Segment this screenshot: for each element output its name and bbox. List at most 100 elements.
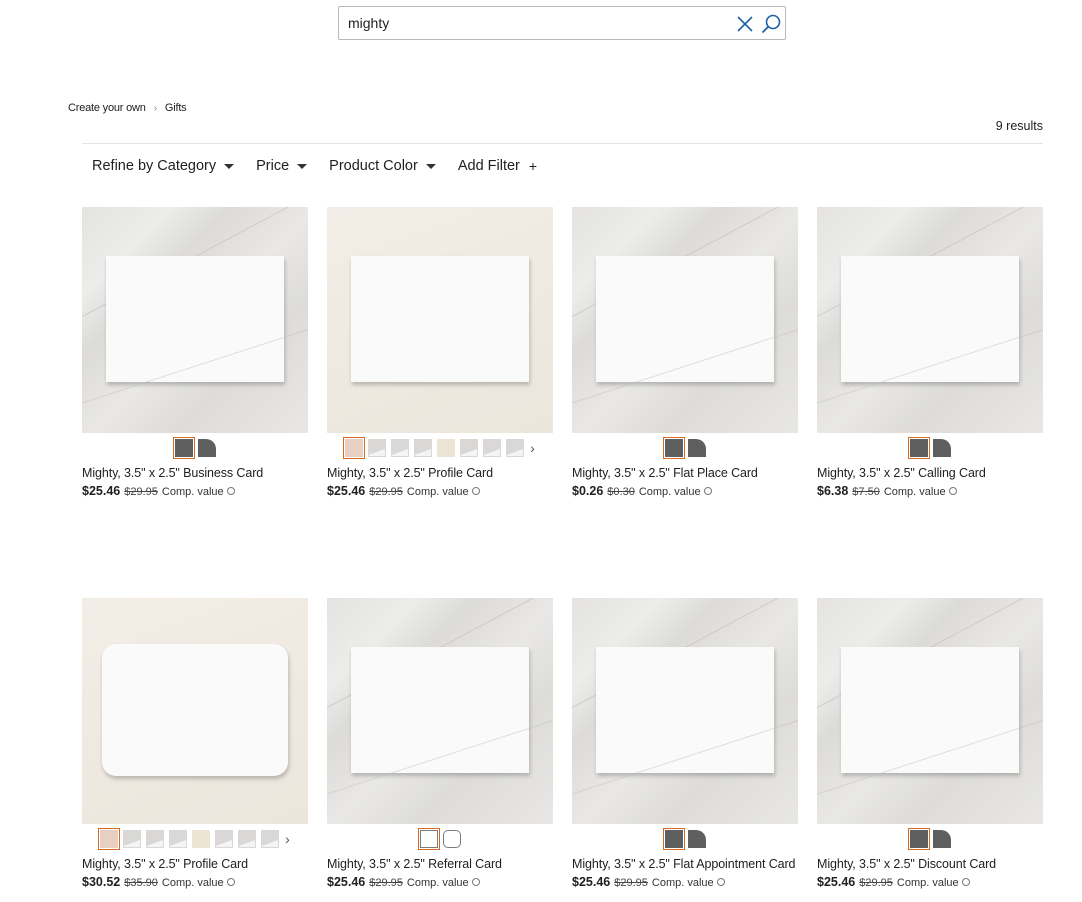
swatch-dark-round[interactable]	[687, 830, 706, 848]
swatch-light[interactable]	[169, 830, 187, 848]
filter-refine-by-category[interactable]: Refine by Category	[92, 158, 235, 174]
product-card[interactable]: › Mighty, 3.5" x 2.5" Profile Card $25.46 $…	[327, 207, 553, 498]
product-card[interactable]: Mighty, 3.5" x 2.5" Business Card $25.46 $…	[82, 207, 308, 498]
divider	[82, 143, 1043, 144]
swatch-next-icon[interactable]: ›	[528, 439, 538, 457]
original-price: $35.90	[124, 877, 158, 889]
product-image[interactable]	[82, 598, 308, 824]
color-swatches	[82, 437, 308, 459]
info-icon[interactable]	[471, 878, 480, 886]
filter-product-color[interactable]: Product Color	[329, 158, 436, 174]
swatch-light[interactable]	[414, 439, 432, 457]
product-image[interactable]	[572, 207, 798, 433]
sale-price: $25.46	[327, 484, 366, 498]
swatch-next-icon[interactable]: ›	[283, 830, 293, 848]
product-card[interactable]: Mighty, 3.5" x 2.5" Calling Card $6.38 $7.…	[817, 207, 1043, 498]
swatch-peach[interactable]	[343, 437, 365, 459]
product-title[interactable]: Mighty, 3.5" x 2.5" Profile Card	[82, 857, 308, 871]
breadcrumb: Create your own › Gifts	[68, 102, 187, 114]
swatch-dark-round[interactable]	[932, 830, 951, 848]
product-card[interactable]: Mighty, 3.5" x 2.5" Referral Card $25.46 $…	[327, 598, 553, 889]
blank-card-preview	[596, 256, 774, 382]
product-title[interactable]: Mighty, 3.5" x 2.5" Calling Card	[817, 466, 1043, 480]
product-card[interactable]: › Mighty, 3.5" x 2.5" Profile Card $30.52 $…	[82, 598, 308, 889]
swatch-dark-round[interactable]	[932, 439, 951, 457]
swatch-cream[interactable]	[192, 830, 210, 848]
sale-price: $25.46	[327, 875, 366, 889]
comp-value-label: Comp. value	[638, 486, 701, 498]
filter-price[interactable]: Price	[256, 158, 308, 174]
product-title[interactable]: Mighty, 3.5" x 2.5" Discount Card	[817, 857, 1043, 871]
swatch-dark[interactable]	[907, 437, 930, 459]
product-title[interactable]: Mighty, 3.5" x 2.5" Flat Appointment Car…	[572, 857, 798, 871]
info-icon[interactable]	[716, 878, 725, 886]
color-swatches: ›	[82, 828, 308, 850]
blank-card-preview	[841, 256, 1019, 382]
product-image[interactable]	[572, 598, 798, 824]
info-icon[interactable]	[471, 487, 480, 495]
clear-search-icon[interactable]	[735, 14, 755, 34]
price-line: $25.46 $29.95 Comp. value	[327, 875, 553, 889]
product-title[interactable]: Mighty, 3.5" x 2.5" Flat Place Card	[572, 466, 798, 480]
info-icon[interactable]	[226, 878, 235, 886]
swatch-light[interactable]	[506, 439, 524, 457]
swatch-light[interactable]	[238, 830, 256, 848]
swatch-light[interactable]	[483, 439, 501, 457]
product-image[interactable]	[817, 598, 1043, 824]
info-icon[interactable]	[948, 487, 957, 495]
product-image[interactable]	[817, 207, 1043, 433]
info-icon[interactable]	[703, 487, 712, 495]
swatch-light[interactable]	[123, 830, 141, 848]
swatch-light[interactable]	[215, 830, 233, 848]
info-icon[interactable]	[961, 878, 970, 886]
results-count: 9 results	[995, 119, 1043, 133]
original-price: $7.50	[852, 486, 880, 498]
product-image[interactable]	[327, 207, 553, 433]
swatch-dark[interactable]	[907, 828, 930, 850]
plus-icon: +	[528, 158, 538, 174]
product-card[interactable]: Mighty, 3.5" x 2.5" Discount Card $25.46 $…	[817, 598, 1043, 889]
blank-card-preview	[841, 647, 1019, 773]
search-input[interactable]	[348, 13, 728, 33]
product-title[interactable]: Mighty, 3.5" x 2.5" Profile Card	[327, 466, 553, 480]
price-line: $30.52 $35.90 Comp. value	[82, 875, 308, 889]
swatch-dark-round[interactable]	[687, 439, 706, 457]
original-price: $0.30	[607, 486, 635, 498]
swatch-light[interactable]	[261, 830, 279, 848]
swatch-cream[interactable]	[437, 439, 455, 457]
comp-value-label: Comp. value	[406, 877, 469, 889]
product-title[interactable]: Mighty, 3.5" x 2.5" Referral Card	[327, 857, 553, 871]
breadcrumb-item-create-your-own[interactable]: Create your own	[68, 102, 146, 114]
add-filter-button[interactable]: Add Filter +	[458, 158, 537, 174]
product-image[interactable]	[327, 598, 553, 824]
swatch-light[interactable]	[368, 439, 386, 457]
product-title[interactable]: Mighty, 3.5" x 2.5" Business Card	[82, 466, 308, 480]
caret-down-icon	[224, 163, 235, 169]
product-card[interactable]: Mighty, 3.5" x 2.5" Flat Appointment Car…	[572, 598, 798, 889]
product-card[interactable]: Mighty, 3.5" x 2.5" Flat Place Card $0.26…	[572, 207, 798, 498]
search-icon[interactable]	[760, 13, 782, 35]
original-price: $29.95	[859, 877, 893, 889]
sale-price: $25.46	[817, 875, 856, 889]
info-icon[interactable]	[226, 487, 235, 495]
swatch-dark[interactable]	[662, 828, 685, 850]
filter-bar: Refine by Category Price Product Color A…	[92, 158, 559, 174]
comp-value-label: Comp. value	[406, 486, 469, 498]
swatch-white[interactable]	[417, 828, 440, 850]
swatch-peach[interactable]	[98, 828, 120, 850]
swatch-white-round[interactable]	[442, 830, 461, 848]
swatch-light[interactable]	[391, 439, 409, 457]
filter-label: Add Filter	[457, 158, 520, 174]
original-price: $29.95	[369, 486, 403, 498]
swatch-dark[interactable]	[662, 437, 685, 459]
swatch-dark-round[interactable]	[197, 439, 216, 457]
blank-card-preview	[351, 647, 529, 773]
caret-down-icon	[297, 163, 308, 169]
product-image[interactable]	[82, 207, 308, 433]
swatch-light[interactable]	[146, 830, 164, 848]
swatch-dark[interactable]	[172, 437, 195, 459]
color-swatches	[817, 828, 1043, 850]
swatch-light[interactable]	[460, 439, 478, 457]
blank-card-preview	[106, 256, 284, 382]
breadcrumb-item-gifts[interactable]: Gifts	[165, 102, 187, 114]
